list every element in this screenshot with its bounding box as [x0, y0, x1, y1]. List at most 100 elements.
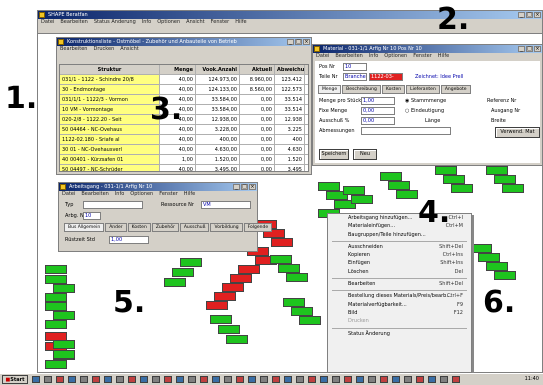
- menu-item[interactable]: Fenster: [159, 191, 178, 198]
- tree-node[interactable]: [53, 340, 75, 349]
- taskbar-app-icon[interactable]: [164, 376, 172, 383]
- taskbar-app-icon[interactable]: [356, 376, 364, 383]
- start-button[interactable]: ■Start: [2, 375, 28, 384]
- context-menu-item[interactable]: Baugruppen/Teile hinzufügen...: [328, 231, 471, 239]
- maximize-icon[interactable]: □: [526, 12, 533, 18]
- tree-node[interactable]: [494, 271, 516, 280]
- taskbar-app-icon[interactable]: [188, 376, 196, 383]
- taskbar-app-icon[interactable]: [116, 376, 124, 383]
- col-struktur[interactable]: Struktur: [60, 65, 160, 74]
- context-menu-item[interactable]: Bearbeiten Shift+Del: [328, 280, 471, 288]
- ruest-input[interactable]: 1,00: [109, 236, 149, 244]
- taskbar-app-icon[interactable]: [320, 376, 328, 383]
- context-menu-item[interactable]: Materialverfügbarkeit... F9: [328, 301, 471, 309]
- tree-node[interactable]: [226, 335, 248, 344]
- tab[interactable]: Lieferanten: [406, 85, 440, 94]
- menu-item[interactable]: Datei: [62, 191, 75, 198]
- tree-node[interactable]: [45, 302, 67, 311]
- tree-node[interactable]: [210, 315, 232, 324]
- tree-node[interactable]: [53, 284, 75, 293]
- tree-node[interactable]: [343, 186, 365, 195]
- col-vook-anzahl[interactable]: Vook.Anzahl: [196, 65, 240, 74]
- tree-node[interactable]: [45, 265, 67, 274]
- tree-node[interactable]: [470, 244, 492, 253]
- taskbar-app-icon[interactable]: [212, 376, 220, 383]
- tree-node[interactable]: [45, 293, 67, 302]
- context-menu-item[interactable]: Ausschneiden Shift+Del: [328, 243, 471, 251]
- table-row[interactable]: 031/1/1 - 1122/3 - Vormon 40,00 33.584,00 0…: [60, 95, 308, 105]
- menu-item[interactable]: Bearbeiten: [60, 19, 87, 26]
- taskbar-app-icon[interactable]: [452, 376, 460, 383]
- tab[interactable]: Vorbildung: [210, 223, 243, 232]
- taskbar-app-icon[interactable]: [128, 376, 136, 383]
- taskbar-app-icon[interactable]: [152, 376, 160, 383]
- menu-item[interactable]: Ansicht: [186, 19, 204, 26]
- teile-code-input[interactable]: 1122-03-101: [369, 73, 403, 87]
- taskbar-app-icon[interactable]: [44, 376, 52, 383]
- menu-item[interactable]: Optionen: [384, 53, 407, 60]
- menu-item[interactable]: Bearbeiten: [335, 53, 362, 60]
- arbg-input[interactable]: 10: [83, 212, 101, 220]
- close-icon[interactable]: ×: [303, 39, 310, 45]
- tree-node[interactable]: [278, 264, 300, 273]
- tab[interactable]: Folgende: [243, 223, 273, 232]
- table-row[interactable]: 30 - Endmontage 40,00 124.133,00 8.560,00 12…: [60, 85, 308, 95]
- context-menu-item[interactable]: Kopieren Ctrl+Ins: [328, 251, 471, 259]
- taskbar-app-icon[interactable]: [416, 376, 424, 383]
- menge-input[interactable]: 1,00: [361, 97, 395, 105]
- menu-item[interactable]: Datei: [41, 19, 54, 26]
- tree-node[interactable]: [214, 292, 236, 301]
- tree-node[interactable]: [318, 182, 340, 191]
- minimize-icon[interactable]: _: [287, 39, 294, 45]
- tree-node[interactable]: [230, 274, 252, 283]
- tab[interactable]: Menge: [318, 85, 342, 94]
- ressource-input[interactable]: VM: [201, 201, 251, 209]
- tree-node[interactable]: [164, 278, 186, 287]
- taskbar-app-icon[interactable]: [176, 376, 184, 383]
- new-button[interactable]: Neu: [353, 149, 377, 160]
- menu-item[interactable]: Optionen: [157, 19, 180, 26]
- tree-node[interactable]: [53, 350, 75, 359]
- taskbar-app-icon[interactable]: [428, 376, 436, 383]
- menu-item[interactable]: Bearbeiten: [60, 46, 87, 53]
- menu-item[interactable]: Ansicht: [120, 46, 138, 53]
- tree-node[interactable]: [388, 181, 410, 190]
- taskbar-app-icon[interactable]: [140, 376, 148, 383]
- tree-node[interactable]: [283, 298, 305, 307]
- tree-node[interactable]: [291, 307, 313, 316]
- menu-item[interactable]: Fenster: [413, 53, 432, 60]
- tab[interactable]: Ausschuß: [179, 223, 210, 232]
- save-button[interactable]: Speichern: [319, 149, 349, 160]
- col-abweichung[interactable]: Abweichu: [275, 65, 305, 74]
- tree-node[interactable]: [222, 283, 244, 292]
- tree-node[interactable]: [238, 265, 260, 274]
- tree-node[interactable]: [180, 258, 202, 267]
- context-menu-item[interactable]: Einfügen Shift+Ins: [328, 259, 471, 267]
- taskbar-app-icon[interactable]: [224, 376, 232, 383]
- tree-node[interactable]: [270, 255, 292, 264]
- tree-node[interactable]: [396, 190, 418, 199]
- radio-stammmenge[interactable]: ◉ Stammmenge: [405, 98, 446, 104]
- menu-item[interactable]: Bearbeiten: [81, 191, 108, 198]
- ausschuss-input[interactable]: 0,00: [361, 117, 395, 125]
- minimize-icon[interactable]: _: [233, 184, 240, 190]
- menu-item[interactable]: Datei: [316, 53, 329, 60]
- menu-item[interactable]: Optionen: [130, 191, 153, 198]
- tree-node[interactable]: [271, 238, 293, 247]
- tree-node[interactable]: [486, 166, 508, 175]
- table-row[interactable]: 10 VM - Vormontage 40,00 33.584,00 0,00 33.5…: [60, 105, 308, 115]
- taskbar-app-icon[interactable]: [80, 376, 88, 383]
- maximize-icon[interactable]: □: [241, 184, 248, 190]
- taskbar-app-icon[interactable]: [332, 376, 340, 383]
- tab[interactable]: Ander: [105, 223, 127, 232]
- tree-node[interactable]: [45, 275, 67, 284]
- tree-node[interactable]: [286, 273, 308, 282]
- taskbar-app-icon[interactable]: [104, 376, 112, 383]
- taskbar-app-icon[interactable]: [284, 376, 292, 383]
- typ-select[interactable]: [83, 201, 143, 209]
- tree-node[interactable]: [451, 184, 473, 193]
- pos-input[interactable]: 10: [343, 63, 367, 71]
- taskbar-app-icon[interactable]: [440, 376, 448, 383]
- tree-node[interactable]: [486, 262, 508, 271]
- taskbar-app-icon[interactable]: [392, 376, 400, 383]
